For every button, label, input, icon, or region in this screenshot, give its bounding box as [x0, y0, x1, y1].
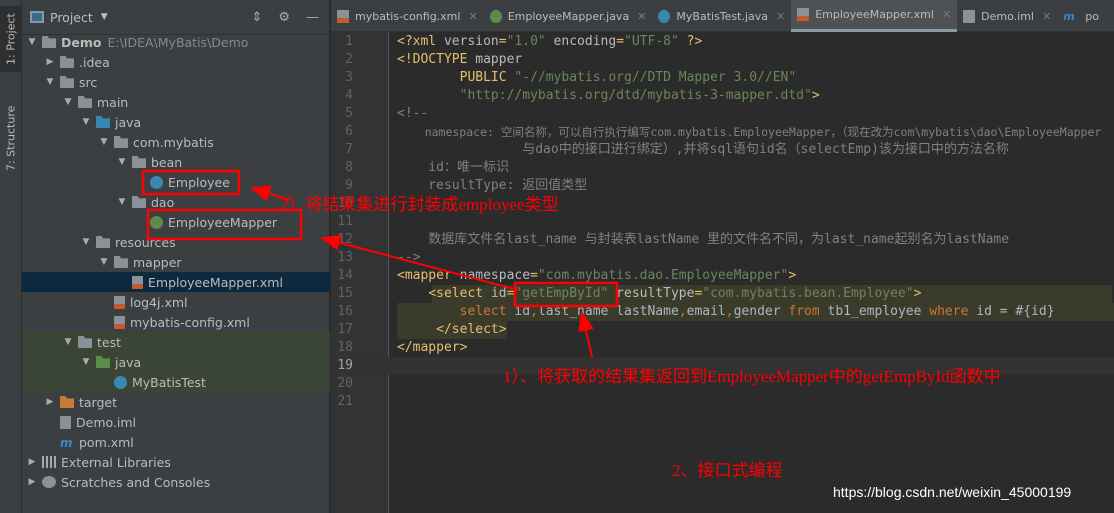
highlight-box-employeemapper — [146, 208, 303, 241]
highlight-box-getempbyid — [513, 281, 619, 308]
arrow-to-employee — [250, 185, 291, 202]
highlight-box-employee — [141, 169, 241, 196]
watermark: https://blog.csdn.net/weixin_45000199 — [833, 484, 1072, 500]
arrow-to-getempbyid — [578, 311, 594, 358]
annotation-overlay — [141, 169, 619, 358]
arrow-to-employeemapper — [320, 234, 519, 291]
